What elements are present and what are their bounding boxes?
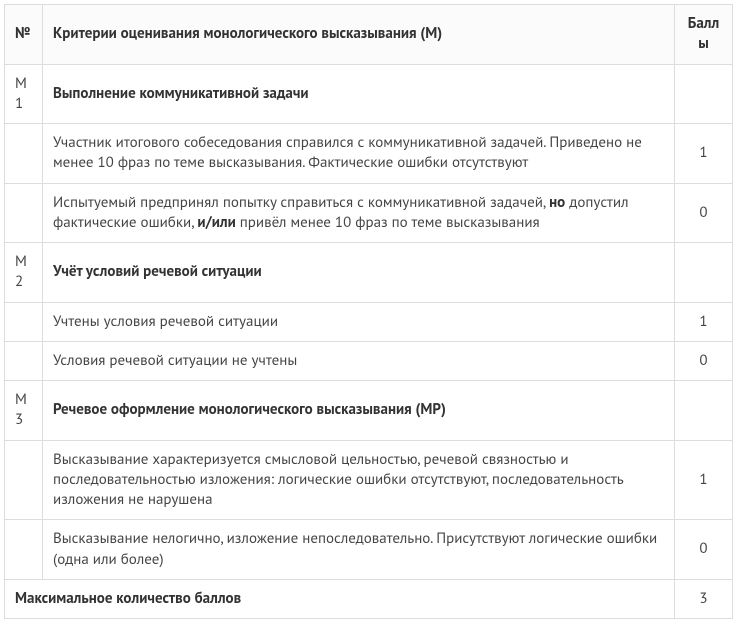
row-desc: Высказывание характеризуется смысловой ц…	[43, 440, 675, 520]
row-score: 0	[675, 183, 733, 243]
table-row: Высказывание характеризуется смысловой ц…	[5, 440, 733, 520]
row-desc: Учтены условия речевой ситуации	[43, 302, 675, 341]
row-score: 1	[675, 124, 733, 184]
section-row: М2 Учёт условий речевой ситуации	[5, 243, 733, 303]
section-title: Речевое оформление монологического выска…	[43, 381, 675, 441]
table-row: Испытуемый предпринял попытку справиться…	[5, 183, 733, 243]
row-num-empty	[5, 124, 43, 184]
footer-score: 3	[675, 579, 733, 618]
row-score: 0	[675, 341, 733, 380]
footer-label: Максимальное количество баллов	[5, 579, 675, 618]
row-score: 0	[675, 520, 733, 580]
footer-row: Максимальное количество баллов 3	[5, 579, 733, 618]
desc-bold: но	[549, 193, 565, 212]
section-code: М2	[5, 243, 43, 303]
row-desc: Испытуемый предпринял попытку справиться…	[43, 183, 675, 243]
desc-text: Высказывание характеризуется смысловой ц…	[53, 450, 623, 510]
desc-bold: и/или	[197, 213, 235, 232]
header-criteria: Критерии оценивания монологического выск…	[43, 5, 675, 65]
section-code: М1	[5, 64, 43, 124]
row-desc: Условия речевой ситуации не учтены	[43, 341, 675, 380]
row-score: 1	[675, 302, 733, 341]
desc-text: Испытуемый предпринял попытку справиться…	[53, 193, 549, 212]
desc-text: привёл менее 10 фраз по теме высказывани…	[236, 213, 540, 232]
table-row: Учтены условия речевой ситуации 1	[5, 302, 733, 341]
row-num-empty	[5, 302, 43, 341]
desc-text: Высказывание нелогично, изложение непосл…	[53, 529, 657, 568]
section-row: М3 Речевое оформление монологического вы…	[5, 381, 733, 441]
row-num-empty	[5, 341, 43, 380]
row-num-empty	[5, 520, 43, 580]
table-header-row: № Критерии оценивания монологического вы…	[5, 5, 733, 65]
row-desc: Высказывание нелогично, изложение непосл…	[43, 520, 675, 580]
section-score-empty	[675, 243, 733, 303]
row-score: 1	[675, 440, 733, 520]
table-row: Высказывание нелогично, изложение непосл…	[5, 520, 733, 580]
desc-text: Учтены условия речевой ситуации	[53, 312, 278, 331]
table-row: Условия речевой ситуации не учтены 0	[5, 341, 733, 380]
section-title: Выполнение коммуникативной задачи	[43, 64, 675, 124]
section-code: М3	[5, 381, 43, 441]
row-desc: Участник итогового собеседования справил…	[43, 124, 675, 184]
header-num: №	[5, 5, 43, 65]
criteria-table: № Критерии оценивания монологического вы…	[4, 4, 733, 619]
desc-text: Условия речевой ситуации не учтены	[53, 351, 297, 370]
desc-text: Участник итогового собеседования справил…	[53, 133, 642, 172]
section-row: М1 Выполнение коммуникативной задачи	[5, 64, 733, 124]
table-row: Участник итогового собеседования справил…	[5, 124, 733, 184]
section-score-empty	[675, 381, 733, 441]
header-score: Баллы	[675, 5, 733, 65]
row-num-empty	[5, 183, 43, 243]
section-title: Учёт условий речевой ситуации	[43, 243, 675, 303]
row-num-empty	[5, 440, 43, 520]
section-score-empty	[675, 64, 733, 124]
